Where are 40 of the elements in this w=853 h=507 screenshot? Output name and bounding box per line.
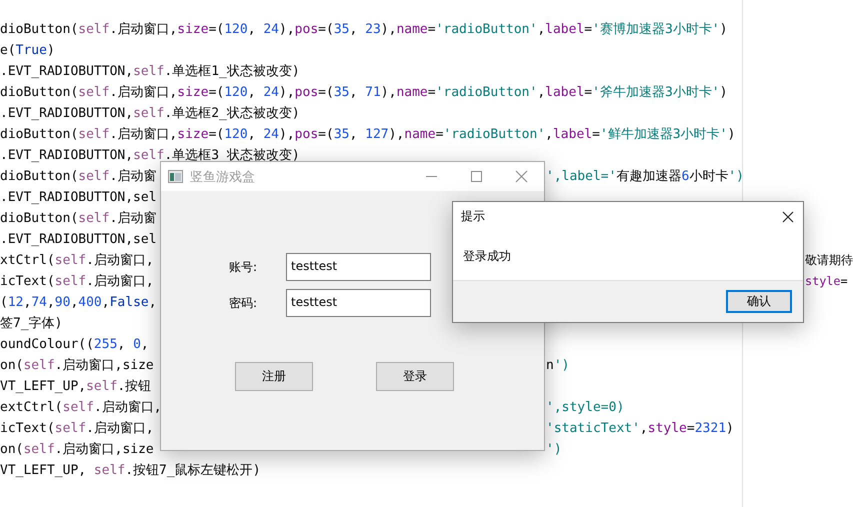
code-line: extCtrl(self.启动窗口, [0,399,162,417]
code-line: dioButton(self.启动窗口,size=(120, 24),pos=(35, 127),name='radioButton',label='鲜牛加速器3小时卡') [0,126,736,144]
code-line: xtCtrl(self.启动窗口, [0,252,154,270]
code-line: 签7_字体) [0,315,62,333]
code-line: .EVT_RADIOBUTTON,sel [0,231,157,249]
dialog-title: 提示 [461,208,485,225]
code-line: dioButton(self.启动窗口,size=(120, 24),pos=(35, 71),name='radioButton',label='斧牛加速器3小时卡') [0,84,728,102]
app-icon [168,170,183,183]
code-line: VT_LEFT_UP, self.按钮7_鼠标左键松开) [0,462,261,480]
form-button[interactable]: 注册 [235,362,313,391]
code-line: ') [546,441,562,459]
form-button[interactable]: 登录 [376,362,454,391]
code-line: (12,74,90,400,False, [0,294,157,312]
code-line: .EVT_RADIOBUTTON,sel [0,189,157,207]
code-line: .EVT_RADIOBUTTON,self.单选框1_状态被改变) [0,63,300,81]
code-line: oundColour((255, 0, [0,336,149,354]
code-line: n') [546,357,570,375]
field-label: 账号: [229,258,258,276]
input-field[interactable]: testtest [286,253,431,281]
close-icon[interactable] [782,210,794,222]
code-line: style= [805,273,848,290]
code-line: e(True) [0,42,55,60]
code-line: 敬请期待 [805,252,853,269]
confirm-button[interactable]: 确认 [726,290,792,313]
code-line: VT_LEFT_UP,self.按钮 [0,378,152,396]
code-line: on(self.启动窗口,size [0,441,154,459]
code-line: 'staticText',style=2321) [546,420,734,438]
input-field[interactable]: testtest [286,289,431,317]
code-line: dioButton(self.启动窗 [0,168,156,186]
code-line: ',style=0) [546,399,624,417]
code-line: dioButton(self.启动窗口,size=(120, 24),pos=(35, 23),name='radioButton',label='赛博加速器3小时卡') [0,21,728,39]
window-title: 竖鱼游戏盒 [190,168,255,186]
field-label: 密码: [229,294,258,312]
code-line: .EVT_RADIOBUTTON,self.单选框2_状态被改变) [0,105,300,123]
code-line: dioButton(self.启动窗 [0,210,156,228]
code-line: on(self.启动窗口,size [0,357,154,375]
code-line: icText(self.启动窗口, [0,273,154,291]
dialog-message: 登录成功 [463,249,511,263]
code-line: ',label='有趣加速器6小时卡') [546,168,744,186]
code-line: icText(self.启动窗口, [0,420,154,438]
